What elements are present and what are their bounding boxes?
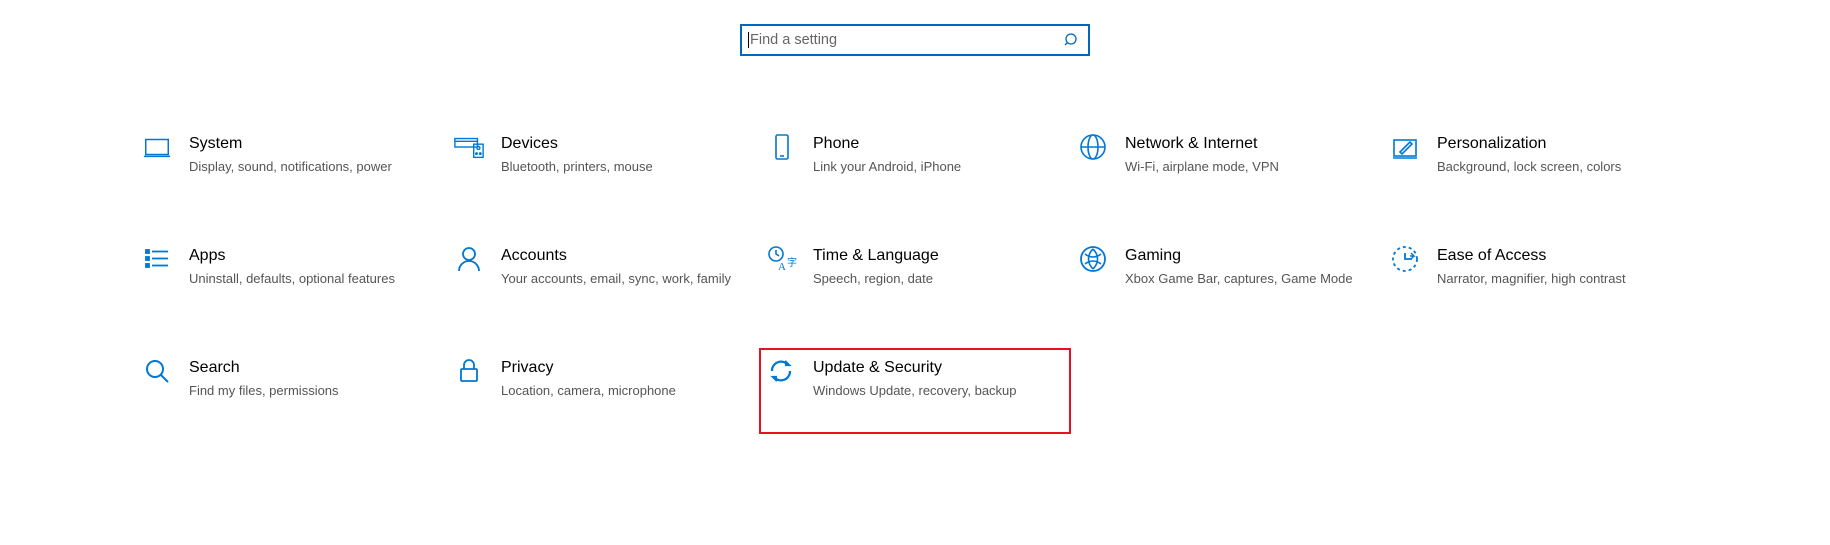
search-box[interactable] [740,24,1090,56]
tile-desc: Display, sound, notifications, power [189,158,425,175]
tile-update-security[interactable]: Update & Security Windows Update, recove… [759,348,1071,434]
tile-title: Update & Security [813,358,1049,378]
svg-text:A: A [778,261,786,273]
tile-gaming[interactable]: Gaming Xbox Game Bar, captures, Game Mod… [1071,236,1383,322]
time-language-icon: A字 [761,244,801,274]
tile-phone[interactable]: Phone Link your Android, iPhone [759,124,1071,210]
search-tile-icon [137,356,177,386]
tile-time-language[interactable]: A字 Time & Language Speech, region, date [759,236,1071,322]
settings-grid: System Display, sound, notifications, po… [135,56,1695,434]
tile-title: Network & Internet [1125,134,1361,154]
tile-desc: Location, camera, microphone [501,382,737,399]
tile-desc: Wi-Fi, airplane mode, VPN [1125,158,1361,175]
privacy-icon [449,356,489,386]
tile-devices[interactable]: Devices Bluetooth, printers, mouse [447,124,759,210]
tile-desc: Narrator, magnifier, high contrast [1437,270,1673,287]
tile-ease-of-access[interactable]: Ease of Access Narrator, magnifier, high… [1383,236,1695,322]
tile-search[interactable]: Search Find my files, permissions [135,348,447,434]
tile-desc: Speech, region, date [813,270,1049,287]
tile-title: Devices [501,134,737,154]
search-icon [1064,32,1080,48]
tile-personalization[interactable]: Personalization Background, lock screen,… [1383,124,1695,210]
svg-text:字: 字 [787,256,797,269]
devices-icon [449,132,489,162]
tile-title: Phone [813,134,1049,154]
tile-desc: Link your Android, iPhone [813,158,1049,175]
tile-desc: Your accounts, email, sync, work, family [501,270,737,287]
network-icon [1073,132,1113,162]
tile-title: System [189,134,425,154]
tile-title: Time & Language [813,246,1049,266]
tile-desc: Uninstall, defaults, optional features [189,270,425,287]
search-input[interactable] [750,32,1058,48]
update-security-icon [761,356,801,386]
tile-title: Gaming [1125,246,1361,266]
tile-accounts[interactable]: Accounts Your accounts, email, sync, wor… [447,236,759,322]
apps-icon [137,244,177,274]
tile-title: Privacy [501,358,737,378]
tile-title: Personalization [1437,134,1673,154]
tile-desc: Xbox Game Bar, captures, Game Mode [1125,270,1361,287]
tile-desc: Find my files, permissions [189,382,425,399]
tile-privacy[interactable]: Privacy Location, camera, microphone [447,348,759,434]
tile-desc: Windows Update, recovery, backup [813,382,1049,399]
tile-title: Ease of Access [1437,246,1673,266]
tile-system[interactable]: System Display, sound, notifications, po… [135,124,447,210]
personalization-icon [1385,132,1425,162]
accounts-icon [449,244,489,274]
tile-desc: Background, lock screen, colors [1437,158,1673,175]
phone-icon [761,132,801,162]
tile-desc: Bluetooth, printers, mouse [501,158,737,175]
tile-apps[interactable]: Apps Uninstall, defaults, optional featu… [135,236,447,322]
tile-title: Search [189,358,425,378]
tile-title: Accounts [501,246,737,266]
ease-of-access-icon [1385,244,1425,274]
gaming-icon [1073,244,1113,274]
search-cursor [748,32,749,48]
tile-title: Apps [189,246,425,266]
system-icon [137,132,177,162]
tile-network[interactable]: Network & Internet Wi-Fi, airplane mode,… [1071,124,1383,210]
